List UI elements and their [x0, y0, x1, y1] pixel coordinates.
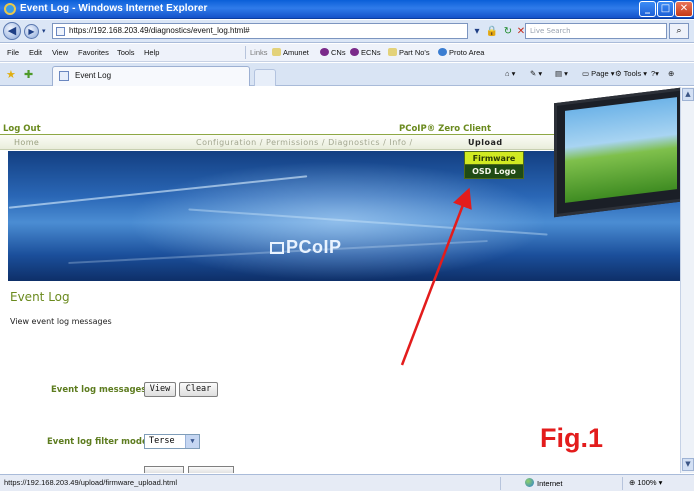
page-viewport: Log Out PCoIP® Zero Client Home Configur…: [0, 87, 680, 473]
tools-menu[interactable]: ⚙ Tools ▾: [615, 69, 647, 78]
scroll-up-icon[interactable]: ▲: [682, 88, 694, 101]
page-menu[interactable]: ▭ Page ▾: [582, 69, 615, 78]
link-proto-area-label: Proto Area: [449, 48, 485, 57]
status-url: https://192.168.203.49/upload/firmware_u…: [4, 478, 178, 487]
menu-separator: [245, 46, 246, 59]
link-ecns-label: ECNs: [361, 48, 381, 57]
pcoip-logo-text: PCoIP: [286, 237, 342, 257]
links-label: Links: [250, 48, 268, 57]
pcoip-logo: PCoIP: [270, 237, 342, 258]
print-icon[interactable]: ▤ ▾: [555, 69, 568, 78]
nav-links[interactable]: Configuration / Permissions / Diagnostic…: [196, 138, 413, 147]
ecns-icon: [350, 48, 359, 56]
link-part-nos[interactable]: Part No's: [388, 48, 430, 57]
nav-home[interactable]: Home: [14, 138, 39, 147]
url-text: https://192.168.203.49/diagnostics/event…: [69, 26, 250, 35]
link-amunet-label: Amunet: [283, 48, 309, 57]
new-tab-button[interactable]: [254, 69, 276, 86]
restore-button[interactable]: □: [657, 1, 674, 17]
section-title: Event Log: [10, 290, 70, 304]
search-placeholder: Live Search: [530, 27, 571, 35]
menu-bar: File Edit View Favorites Tools Help Link…: [0, 44, 694, 62]
link-ecns[interactable]: ECNs: [350, 48, 381, 57]
zoom-value: 100%: [637, 478, 657, 487]
url-dropdown-icon[interactable]: ▾: [470, 25, 484, 38]
menu-view[interactable]: View: [52, 48, 68, 57]
zoom-level[interactable]: ⊕ 100% ▾: [629, 478, 662, 487]
chevron-down-icon: ▼: [185, 435, 199, 448]
vertical-scrollbar[interactable]: ▲ ▼: [680, 87, 694, 473]
section-description: View event log messages: [10, 317, 112, 326]
banner-glow: [128, 161, 548, 281]
folder-icon: [388, 48, 397, 56]
link-amunet[interactable]: Amunet: [272, 48, 309, 57]
menu-tools[interactable]: Tools: [117, 48, 135, 57]
lock-icon[interactable]: 🔒: [485, 25, 499, 38]
status-separator: [500, 477, 501, 490]
url-field[interactable]: https://192.168.203.49/diagnostics/event…: [52, 23, 468, 39]
security-zone[interactable]: Internet: [525, 478, 562, 488]
monitor-screen: [565, 97, 677, 203]
link-part-nos-label: Part No's: [399, 48, 430, 57]
monitor-illustration: [554, 87, 680, 218]
scroll-down-icon[interactable]: ▼: [682, 458, 694, 471]
tab-page-icon: [59, 71, 69, 81]
status-separator: [622, 477, 623, 490]
product-name: PCoIP® Zero Client: [399, 124, 492, 134]
status-bar: https://192.168.203.49/upload/firmware_u…: [0, 474, 694, 491]
search-input[interactable]: Live Search: [525, 23, 667, 39]
refresh-icon[interactable]: ↻: [501, 25, 515, 38]
ie-page-icon: [438, 48, 447, 56]
dropdown-item-osd-logo[interactable]: OSD Logo: [464, 165, 524, 179]
address-bar: ◀ ▶ ▾ https://192.168.203.49/diagnostics…: [0, 20, 694, 43]
globe-icon: [525, 478, 534, 487]
cut-off-button[interactable]: [144, 466, 184, 473]
ie-logo-icon: [4, 3, 16, 15]
filter-mode-select[interactable]: Terse ▼: [144, 434, 200, 449]
event-log-messages-label: Event log messages:: [51, 385, 150, 395]
link-proto-area[interactable]: Proto Area: [438, 48, 484, 57]
tab-bar: ★ ✚ Event Log ⌂ ▾ ✎ ▾ ▤ ▾ ▭ Page ▾ ⚙ Too…: [0, 63, 694, 86]
upload-dropdown-menu: Firmware OSD Logo: [464, 151, 524, 179]
history-dropdown-icon[interactable]: ▾: [42, 27, 46, 35]
page-icon: [56, 27, 65, 36]
figure-label: Fig.1: [540, 423, 604, 453]
help-icon[interactable]: ?▾: [651, 69, 659, 78]
tab-label: Event Log: [75, 71, 112, 80]
menu-help[interactable]: Help: [144, 48, 159, 57]
back-button[interactable]: ◀: [3, 22, 21, 40]
minimize-button[interactable]: _: [639, 1, 656, 17]
home-icon[interactable]: ⌂ ▾: [505, 69, 515, 78]
logout-link[interactable]: Log Out: [3, 124, 41, 134]
title-bar: Event Log - Windows Internet Explorer _ …: [0, 0, 694, 19]
window-title: Event Log - Windows Internet Explorer: [20, 3, 208, 14]
cut-off-button[interactable]: [188, 466, 234, 473]
nav-upload[interactable]: Upload: [468, 138, 503, 147]
filter-mode-value: Terse: [149, 436, 175, 446]
folder-icon: [272, 48, 281, 56]
menu-edit[interactable]: Edit: [29, 48, 42, 57]
forward-button[interactable]: ▶: [24, 24, 39, 39]
view-button[interactable]: View: [144, 382, 176, 397]
cns-icon: [320, 48, 329, 56]
page-menu-label: Page: [591, 69, 609, 78]
menu-file[interactable]: File: [7, 48, 19, 57]
clear-button[interactable]: Clear: [179, 382, 218, 397]
favorites-star-icon[interactable]: ★: [6, 68, 16, 81]
event-log-filter-label: Event log filter mode:: [47, 437, 152, 447]
security-zone-label: Internet: [537, 479, 563, 488]
search-icon[interactable]: ⌕: [669, 23, 689, 39]
close-button[interactable]: ✕: [675, 1, 693, 17]
link-cns-label: CNs: [331, 48, 346, 57]
dropdown-item-firmware[interactable]: Firmware: [464, 151, 524, 165]
pcoip-logo-mark: [270, 242, 284, 254]
feeds-icon[interactable]: ✎ ▾: [530, 69, 542, 78]
tab-event-log[interactable]: Event Log: [52, 66, 250, 86]
research-icon[interactable]: ⊕: [668, 69, 674, 78]
tools-menu-label: Tools: [623, 69, 642, 78]
menu-favorites[interactable]: Favorites: [78, 48, 109, 57]
link-cns[interactable]: CNs: [320, 48, 346, 57]
add-favorite-icon[interactable]: ✚: [24, 68, 33, 81]
